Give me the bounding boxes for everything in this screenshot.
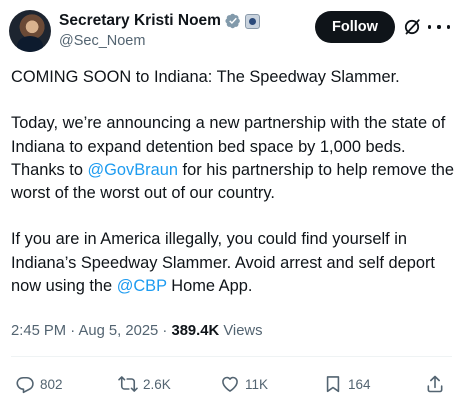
verified-badge-icon (225, 13, 240, 29)
author-handle[interactable]: @Sec_Noem (59, 33, 145, 49)
post-meta: 2:45 PM · Aug 5, 2025 · 389.4K Views (11, 323, 263, 339)
repost-icon (118, 376, 138, 392)
meta-separator: · (70, 323, 76, 339)
like-count: 11K (245, 376, 269, 392)
mention-link[interactable]: @GovBraun (88, 161, 178, 179)
bookmark-icon (326, 376, 340, 393)
views-label: Views (223, 323, 263, 339)
display-name[interactable]: Secretary Kristi Noem (59, 12, 221, 30)
heart-icon (222, 376, 238, 392)
avatar[interactable] (9, 10, 51, 52)
reply-count: 802 (40, 376, 63, 392)
post-time[interactable]: 2:45 PM (11, 323, 66, 339)
post-text-segment: Home App. (166, 276, 253, 295)
post-paragraph: COMING SOON to Indiana: The Speedway Sla… (11, 68, 400, 86)
views-count: 389.4K (171, 323, 220, 339)
post: Secretary Kristi Noem @Sec_Noem Follow C… (0, 0, 463, 415)
post-date[interactable]: Aug 5, 2025 (78, 323, 158, 339)
post-paragraph: Today, we’re announcing a new partnershi… (11, 112, 456, 205)
like-button[interactable]: 11K (220, 372, 268, 396)
repost-count: 2.6K (143, 376, 171, 392)
reply-icon (16, 376, 34, 394)
mention-link[interactable]: @CBP (117, 277, 167, 295)
post-paragraph: If you are in America illegally, you cou… (11, 228, 456, 298)
bookmark-count: 164 (348, 376, 371, 392)
grok-icon[interactable] (402, 17, 422, 37)
government-affiliate-icon[interactable] (244, 13, 260, 29)
share-button[interactable] (425, 372, 445, 396)
repost-button[interactable]: 2.6K (118, 372, 171, 396)
author-line: Secretary Kristi Noem (59, 11, 260, 31)
divider (11, 356, 452, 357)
follow-button[interactable]: Follow (315, 11, 395, 43)
more-icon[interactable] (428, 17, 450, 37)
bookmark-button[interactable]: 164 (323, 372, 371, 396)
share-icon (427, 375, 443, 393)
post-text: COMING SOON to Indiana: The Speedway Sla… (11, 66, 456, 321)
meta-separator: · (162, 323, 168, 339)
reply-button[interactable]: 802 (15, 372, 63, 396)
